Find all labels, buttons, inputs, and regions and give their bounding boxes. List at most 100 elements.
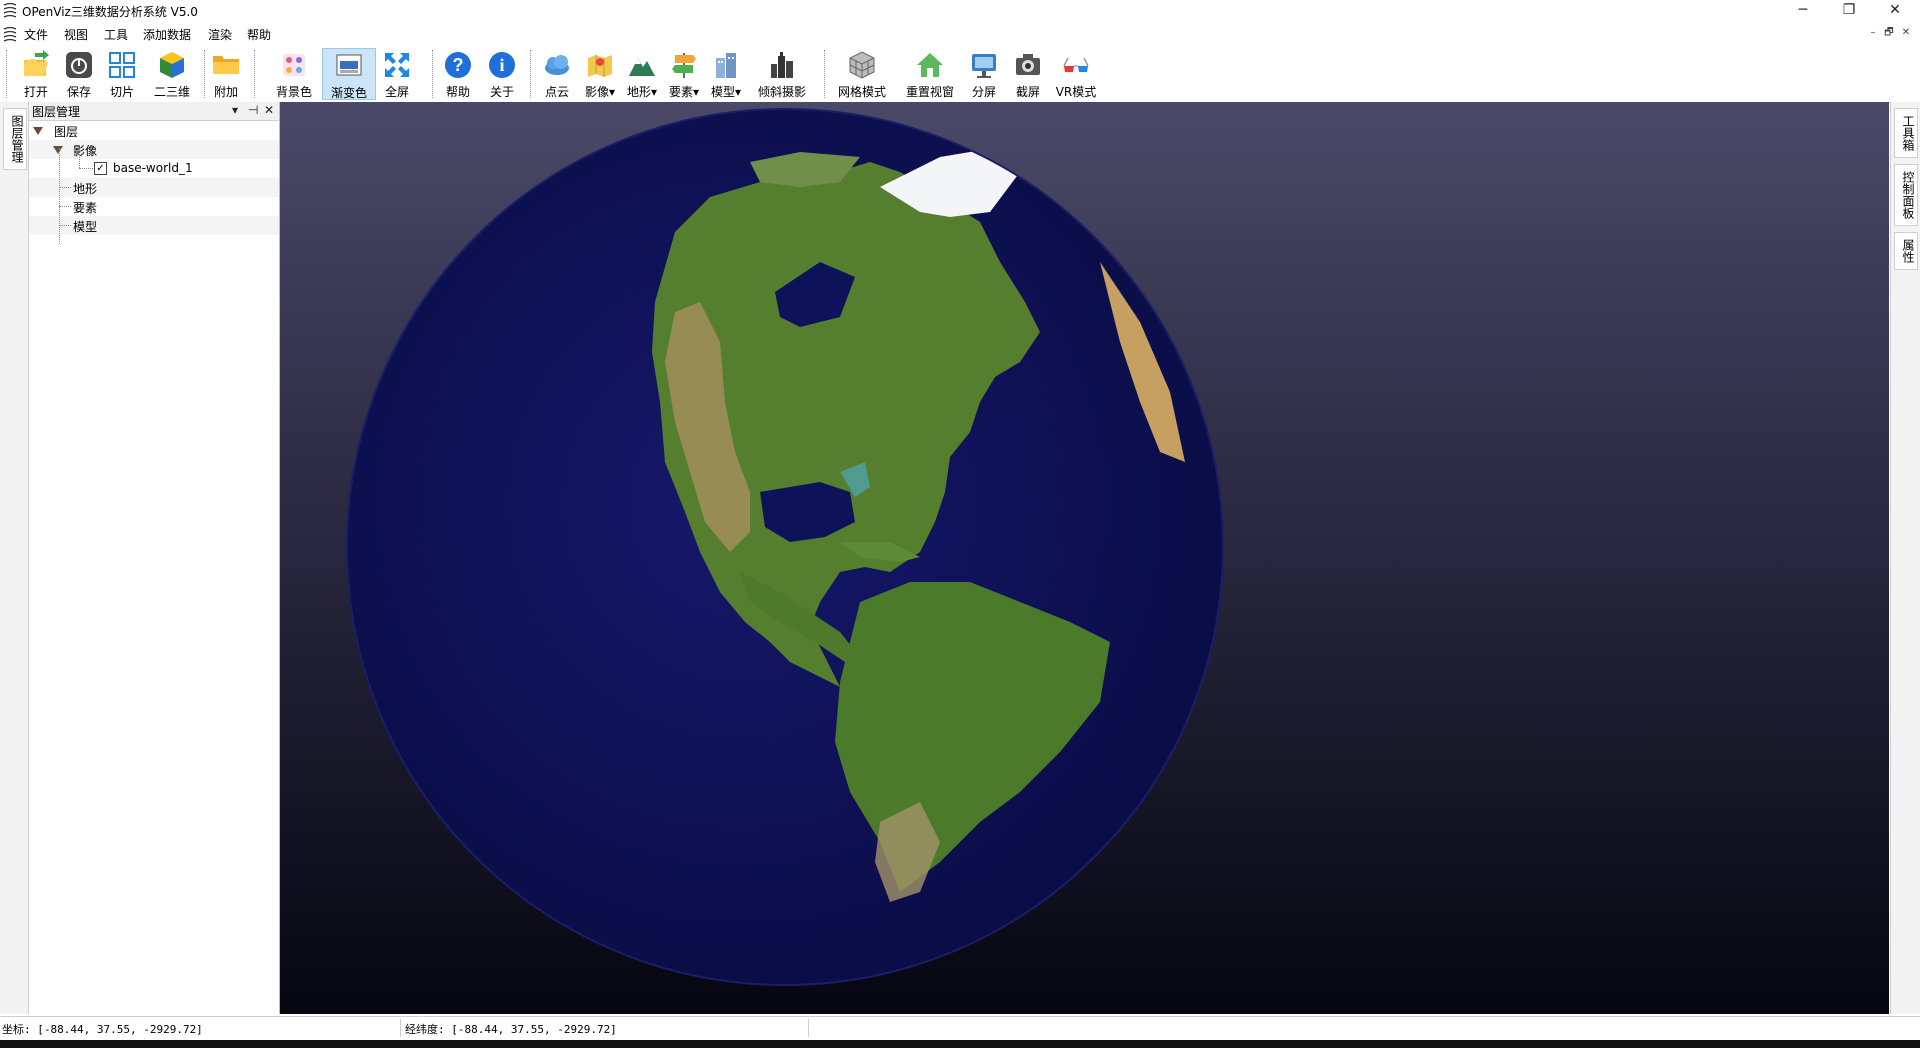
terrain-button[interactable]: 地形▾ — [624, 48, 660, 100]
menu-add-data[interactable]: 添加数据 — [143, 26, 191, 43]
about-button[interactable]: i 关于 — [484, 48, 520, 100]
reset-view-button[interactable]: 重置视窗 — [902, 48, 958, 100]
layer-visibility-checkbox[interactable]: ✓ — [94, 162, 107, 175]
model-button[interactable]: 模型▾ — [708, 48, 744, 100]
tree-node-imagery[interactable]: 影像 — [29, 140, 279, 159]
2d3d-button-label: 二三维 — [153, 85, 190, 99]
tree-node-layers[interactable]: 图层 — [29, 121, 279, 140]
panel-close-icon[interactable]: ✕ — [264, 103, 274, 117]
tree-label-models: 模型 — [73, 220, 98, 234]
screenshot-label: 截屏 — [1015, 85, 1040, 99]
close-button[interactable]: ✕ — [1872, 0, 1918, 20]
screenshot-button[interactable]: 截屏 — [1010, 48, 1046, 100]
vr-glasses-icon — [1063, 57, 1089, 72]
svg-text:?: ? — [453, 55, 464, 75]
help-button[interactable]: ? 帮助 — [440, 48, 476, 100]
gradient-color-label: 渐变色 — [330, 86, 367, 100]
feature-icon — [672, 53, 696, 78]
background-color-label: 背景色 — [275, 85, 312, 99]
feature-button[interactable]: 要素▾ — [666, 48, 702, 100]
gradient-color-button[interactable]: 渐变色 — [322, 48, 376, 100]
point-cloud-label: 点云 — [544, 85, 569, 99]
tab-layer-management[interactable]: 图层管理 — [3, 108, 27, 170]
fullscreen-button[interactable]: 全屏 — [380, 48, 414, 100]
restore-button[interactable]: ❐ — [1826, 0, 1872, 20]
split-screen-button[interactable]: 分屏 — [966, 48, 1002, 100]
attach-button-label: 附加 — [213, 85, 238, 99]
minimize-button[interactable]: ─ — [1780, 0, 1826, 20]
svg-text:i: i — [499, 55, 504, 75]
tree-node-base-world[interactable]: ✓ base-world_1 — [29, 157, 279, 178]
expand-triangle-icon[interactable] — [53, 146, 63, 154]
2d3d-button[interactable]: 二三维 — [148, 48, 196, 100]
globe-canvas[interactable] — [280, 102, 1889, 1014]
fullscreen-icon — [385, 53, 409, 77]
open-button[interactable]: 打开 — [18, 48, 54, 100]
toolbar-separator — [254, 50, 257, 98]
menu-tools[interactable]: 工具 — [104, 26, 128, 43]
layer-panel: 图层管理 ▾ ⊣ ✕ 图层 影像 ✓ base-world_1 地形 要素 模型 — [29, 102, 280, 1014]
status-separator — [400, 1019, 401, 1037]
toolbar-separator — [530, 50, 533, 98]
tree-connector — [59, 148, 60, 244]
vr-mode-label: VR模式 — [1055, 85, 1097, 99]
title-bar: OPenViz三维数据分析系统 V5.0 ─ ❐ ✕ — [0, 0, 1920, 20]
attach-button[interactable]: 附加 — [208, 48, 244, 100]
tree-connector — [59, 187, 71, 188]
tree-label-terrain: 地形 — [73, 182, 98, 196]
model-icon — [716, 53, 736, 78]
help-icon: ? — [445, 52, 471, 78]
mdi-restore-button[interactable]: 🗗 — [1882, 26, 1896, 40]
tab-control-panel[interactable]: 控制面板 — [1894, 164, 1918, 226]
imagery-button[interactable]: 影像▾ — [582, 48, 618, 100]
window-title: OPenViz三维数据分析系统 V5.0 — [22, 5, 198, 19]
tab-properties[interactable]: 属性 — [1894, 232, 1918, 270]
tree-node-terrain[interactable]: 地形 — [29, 178, 279, 197]
panel-pin-icon[interactable]: ⊣ — [248, 103, 258, 117]
toolbar-grip — [6, 50, 9, 98]
globe-viewport[interactable] — [280, 102, 1889, 1014]
point-cloud-button[interactable]: 点云 — [540, 48, 574, 100]
cube-icon — [160, 52, 184, 78]
tree-node-features[interactable]: 要素 — [29, 197, 279, 216]
imagery-label: 影像▾ — [584, 85, 616, 99]
tab-toolbox[interactable]: 工具箱 — [1894, 108, 1918, 158]
oblique-photo-button[interactable]: 倾斜摄影 — [754, 48, 810, 100]
left-dock: 图层管理 — [0, 102, 29, 1014]
open-folder-icon — [24, 50, 49, 76]
tile-button[interactable]: 切片 — [104, 48, 140, 100]
mdi-close-button[interactable]: ✕ — [1899, 26, 1913, 40]
mdi-app-icon — [3, 26, 17, 42]
status-bar: 坐标: [-88.44, 37.55, -2929.72] 经纬度: [-88.… — [0, 1016, 1920, 1039]
menu-render[interactable]: 渲染 — [208, 26, 232, 43]
oblique-photo-label: 倾斜摄影 — [757, 85, 806, 99]
toolbar-separator — [204, 50, 207, 98]
tree-connector — [79, 168, 93, 169]
help-button-label: 帮助 — [445, 85, 470, 99]
terrain-icon — [629, 58, 655, 76]
layer-panel-header: 图层管理 ▾ ⊣ ✕ — [29, 102, 279, 121]
reset-view-label: 重置视窗 — [905, 85, 954, 99]
menu-help[interactable]: 帮助 — [247, 26, 271, 43]
right-dock: 工具箱 控制面板 属性 — [1890, 102, 1920, 1014]
expand-triangle-icon[interactable] — [33, 127, 43, 135]
terrain-label: 地形▾ — [626, 85, 658, 99]
wireframe-icon — [849, 51, 875, 79]
split-screen-label: 分屏 — [971, 85, 996, 99]
menu-view[interactable]: 视图 — [64, 26, 88, 43]
save-button[interactable]: 保存 — [61, 48, 97, 100]
vr-mode-button[interactable]: VR模式 — [1054, 48, 1098, 100]
wireframe-label: 网格模式 — [837, 85, 886, 99]
menu-file[interactable]: 文件 — [24, 26, 48, 43]
wireframe-button[interactable]: 网格模式 — [834, 48, 890, 100]
background-color-button[interactable]: 背景色 — [272, 48, 316, 100]
mdi-minimize-button[interactable]: – — [1866, 26, 1880, 40]
point-cloud-icon — [545, 55, 569, 75]
save-button-label: 保存 — [66, 85, 91, 99]
tree-node-models[interactable]: 模型 — [29, 216, 279, 235]
toolbar-separator — [432, 50, 435, 98]
panel-dropdown-icon[interactable]: ▾ — [232, 103, 238, 117]
tree-connector — [79, 157, 80, 168]
folder-icon — [213, 56, 239, 74]
tree-label-layers: 图层 — [54, 125, 79, 139]
